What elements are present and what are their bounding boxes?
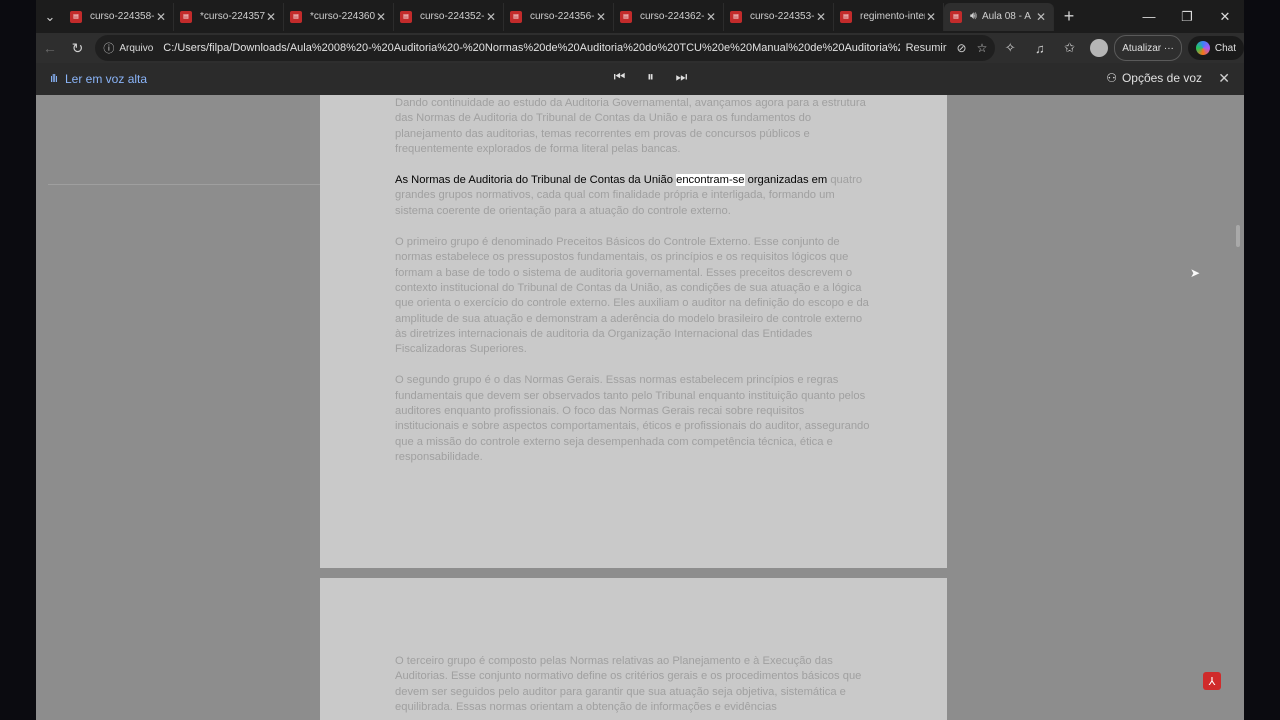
media-icon[interactable]: ♫ bbox=[1025, 41, 1055, 56]
minimize-icon[interactable]: — bbox=[1130, 9, 1168, 25]
close-icon[interactable]: ✕ bbox=[705, 10, 717, 24]
browser-window: ⌄ ▤ curso-224358-a ✕ ▤ *curso-224357- ✕ ▤ *cu… bbox=[36, 0, 1244, 720]
address-bar[interactable]: ⓘ Arquivo C:/Users/filpa/Downloads/Aula%… bbox=[95, 35, 996, 61]
tab-7[interactable]: ▤ regimento-inter ✕ bbox=[834, 2, 944, 31]
speaker-icon[interactable]: 🔊︎ bbox=[970, 10, 977, 23]
pdf-icon: ▤ bbox=[180, 10, 192, 23]
close-icon[interactable]: ✕ bbox=[265, 10, 277, 24]
tab-4[interactable]: ▤ curso-224356-a ✕ bbox=[504, 2, 614, 31]
acrobat-pdf-icon[interactable]: ⅄ bbox=[1203, 672, 1221, 690]
tab-strip: ⌄ ▤ curso-224358-a ✕ ▤ *curso-224357- ✕ ▤ *cu… bbox=[36, 0, 1244, 33]
close-icon[interactable]: ✕ bbox=[815, 10, 827, 24]
paragraph-4: O segundo grupo é o das Normas Gerais. E… bbox=[395, 374, 870, 463]
paragraph-2-current: As Normas de Auditoria do Tribunal de Co… bbox=[395, 174, 863, 217]
update-button[interactable]: Atualizar ··· bbox=[1114, 35, 1182, 61]
read-aloud-bar: ıllı Ler em voz alta ⏮︎ ⏸︎ ⏭︎ ⚇ Opções de … bbox=[36, 63, 1244, 95]
favorites-icon[interactable]: ✩ bbox=[1055, 40, 1085, 56]
close-icon[interactable]: ✕ bbox=[1035, 10, 1047, 24]
paragraph-5: O terceiro grupo é composto pelas Normas… bbox=[395, 655, 862, 713]
pdf-viewer[interactable]: Dando continuidade ao estudo da Auditori… bbox=[36, 95, 1244, 720]
info-icon[interactable]: ⓘ bbox=[103, 40, 114, 56]
refresh-icon[interactable]: ↻ bbox=[64, 40, 92, 57]
paragraph-3: O primeiro grupo é denominado Preceitos … bbox=[395, 236, 869, 356]
close-icon[interactable]: ✕ bbox=[925, 10, 937, 24]
current-word-highlight: encontram-se bbox=[676, 174, 745, 187]
pdf-page-2: O terceiro grupo é composto pelas Normas… bbox=[320, 578, 947, 720]
pdf-page-1: Dando continuidade ao estudo da Auditori… bbox=[320, 95, 947, 568]
window-controls: — ❐ ✕ bbox=[1130, 9, 1244, 25]
voice-options-button[interactable]: ⚇ Opções de voz bbox=[1106, 71, 1202, 85]
extensions-icon[interactable]: ✧ bbox=[995, 40, 1025, 56]
tab-6[interactable]: ▤ curso-224353-a ✕ bbox=[724, 2, 834, 31]
close-icon[interactable]: ✕ bbox=[375, 10, 387, 24]
mouse-cursor-icon: ➤ bbox=[1190, 266, 1201, 280]
restore-icon[interactable]: ❐ bbox=[1168, 9, 1206, 25]
divider bbox=[48, 184, 326, 185]
summarize-button[interactable]: Resumir bbox=[906, 42, 947, 54]
tab-3[interactable]: ▤ curso-224352-a ✕ bbox=[394, 2, 504, 31]
tab-8-active[interactable]: ▤ 🔊︎ Aula 08 - A ✕ bbox=[944, 2, 1054, 31]
pdf-icon: ▤ bbox=[950, 10, 962, 23]
url-text[interactable]: C:/Users/filpa/Downloads/Aula%2008%20-%2… bbox=[163, 42, 899, 54]
profile-avatar[interactable] bbox=[1090, 39, 1109, 57]
pdf-icon: ▤ bbox=[510, 10, 522, 23]
right-edge bbox=[1244, 0, 1280, 720]
pdf-icon: ▤ bbox=[620, 10, 632, 23]
new-tab-button[interactable]: + bbox=[1054, 6, 1084, 27]
copilot-summary-icon[interactable]: ⊘ bbox=[957, 41, 967, 55]
tab-0[interactable]: ▤ curso-224358-a ✕ bbox=[64, 2, 174, 31]
audio-wave-icon: ıllı bbox=[50, 73, 58, 85]
next-icon[interactable]: ⏭︎ bbox=[666, 69, 697, 85]
scrollbar-thumb[interactable] bbox=[1236, 225, 1240, 247]
copilot-chat-button[interactable]: Chat bbox=[1187, 36, 1244, 60]
read-aloud-label: ıllı Ler em voz alta bbox=[50, 72, 148, 86]
tab-1[interactable]: ▤ *curso-224357- ✕ bbox=[174, 2, 284, 31]
previous-icon[interactable]: ⏮︎ bbox=[604, 69, 635, 85]
close-icon[interactable]: ✕ bbox=[155, 10, 167, 24]
window-close-icon[interactable]: ✕ bbox=[1206, 9, 1244, 25]
voice-person-icon: ⚇ bbox=[1106, 71, 1117, 85]
back-arrow-icon[interactable]: ← bbox=[36, 40, 64, 56]
tab-2[interactable]: ▤ *curso-224360- ✕ bbox=[284, 2, 394, 31]
tab-actions-chevron-icon[interactable]: ⌄ bbox=[36, 4, 64, 30]
pdf-icon: ▤ bbox=[400, 10, 412, 23]
copilot-logo-icon bbox=[1195, 41, 1210, 55]
address-row: ← ↻ ⓘ Arquivo C:/Users/filpa/Downloads/A… bbox=[36, 33, 1244, 63]
file-chip: Arquivo bbox=[119, 42, 154, 54]
pdf-icon: ▤ bbox=[730, 10, 742, 23]
pause-icon[interactable]: ⏸︎ bbox=[635, 69, 666, 85]
close-icon[interactable]: ✕ bbox=[485, 10, 497, 24]
playback-controls: ⏮︎ ⏸︎ ⏭︎ bbox=[604, 69, 697, 85]
left-edge bbox=[0, 0, 36, 720]
tab-5[interactable]: ▤ curso-224362-a ✕ bbox=[614, 2, 724, 31]
pdf-icon: ▤ bbox=[290, 10, 302, 23]
paragraph-1: Dando continuidade ao estudo da Auditori… bbox=[395, 97, 866, 155]
close-icon[interactable]: ✕ bbox=[595, 10, 607, 24]
pdf-icon: ▤ bbox=[840, 10, 852, 23]
pdf-icon: ▤ bbox=[70, 10, 82, 23]
favorite-star-icon[interactable]: ☆ bbox=[977, 41, 988, 55]
close-read-aloud-icon[interactable]: ✕ bbox=[1218, 70, 1230, 87]
